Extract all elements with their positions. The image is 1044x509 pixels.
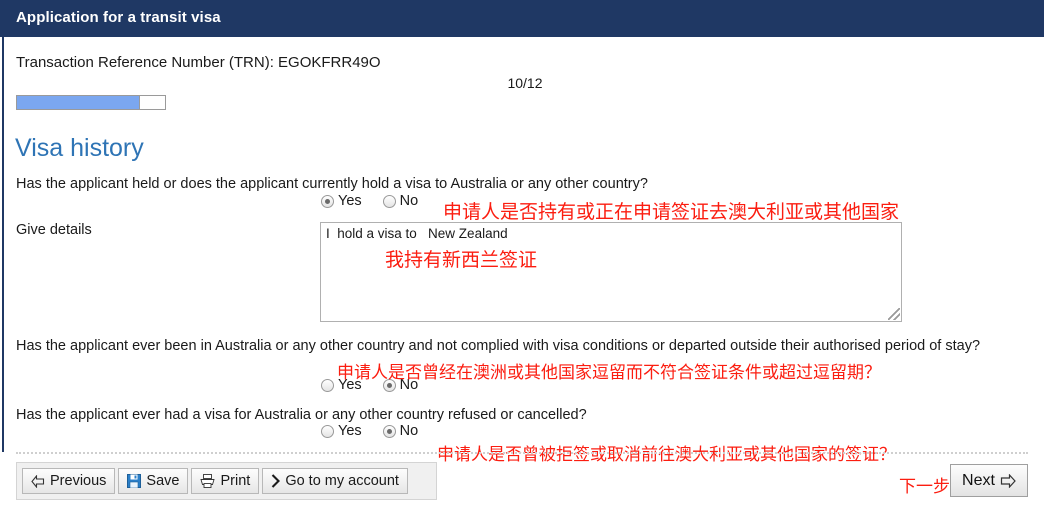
give-details-label: Give details xyxy=(16,222,92,238)
floppy-disk-icon xyxy=(127,474,142,488)
save-button-label: Save xyxy=(146,473,180,489)
radio-group-visa-held: Yes No xyxy=(321,193,418,209)
left-border-rule xyxy=(2,37,4,452)
radio-dot-yes[interactable] xyxy=(321,378,334,392)
radio-label-no: No xyxy=(399,193,419,209)
radio-label-yes: Yes xyxy=(338,423,362,439)
question-text-not-complied: Has the applicant ever been in Australia… xyxy=(16,338,981,354)
radio-visa-held-no[interactable]: No xyxy=(382,193,419,209)
bottom-toolbar: Previous Save Print Go to my account xyxy=(16,462,437,500)
radio-refused-cancelled-no[interactable]: No xyxy=(382,423,419,439)
visa-application-page: Application for a transit visa Transacti… xyxy=(0,0,1044,509)
radio-dot-no[interactable] xyxy=(382,194,396,208)
window-title-bar: Application for a transit visa xyxy=(0,0,1044,37)
next-button[interactable]: Next xyxy=(950,464,1028,497)
radio-dot-no[interactable] xyxy=(382,424,396,438)
question-text-visa-held: Has the applicant held or does the appli… xyxy=(16,176,648,192)
arrow-left-icon xyxy=(31,474,45,488)
page-title: Application for a transit visa xyxy=(16,9,221,26)
chevron-right-icon xyxy=(271,474,281,488)
annotation-question-visa-held: 申请人是否持有或正在申请签证去澳大利亚或其他国家 xyxy=(443,201,900,223)
save-button[interactable]: Save xyxy=(118,468,189,494)
give-details-value: I hold a visa to New Zealand xyxy=(326,226,508,241)
radio-refused-cancelled-yes[interactable]: Yes xyxy=(321,423,362,439)
transaction-reference-number: Transaction Reference Number (TRN): EGOK… xyxy=(16,54,381,71)
give-details-textarea[interactable]: I hold a visa to New Zealand xyxy=(320,222,902,322)
radio-visa-held-yes[interactable]: Yes xyxy=(321,193,362,209)
resize-handle-icon[interactable] xyxy=(888,308,900,320)
radio-group-refused-cancelled: Yes No xyxy=(321,423,418,439)
radio-label-yes: Yes xyxy=(338,193,362,209)
annotation-next: 下一步 xyxy=(899,477,950,497)
radio-dot-yes[interactable] xyxy=(321,194,334,208)
question-text-refused-cancelled: Has the applicant ever had a visa for Au… xyxy=(16,407,587,423)
page-counter: 10/12 xyxy=(507,75,543,91)
radio-label-no: No xyxy=(399,423,419,439)
toolbar-divider xyxy=(16,452,1028,454)
next-button-label: Next xyxy=(962,471,995,489)
printer-icon xyxy=(200,474,216,488)
previous-button[interactable]: Previous xyxy=(22,468,116,494)
section-heading: Visa history xyxy=(15,134,144,162)
previous-button-label: Previous xyxy=(50,473,107,489)
go-to-my-account-label: Go to my account xyxy=(285,473,399,489)
print-button-label: Print xyxy=(220,473,251,489)
print-button[interactable]: Print xyxy=(191,468,260,494)
annotation-question-not-complied: 申请人是否曾经在澳洲或其他国家逗留而不符合签证条件或超过逗留期？ xyxy=(337,363,881,383)
progress-bar-fill xyxy=(17,96,140,109)
arrow-right-icon xyxy=(1000,473,1016,488)
radio-dot-yes[interactable] xyxy=(321,424,334,438)
go-to-my-account-button[interactable]: Go to my account xyxy=(262,468,408,494)
annotation-give-details: 我持有新西兰签证 xyxy=(385,249,538,271)
progress-bar xyxy=(16,95,166,110)
